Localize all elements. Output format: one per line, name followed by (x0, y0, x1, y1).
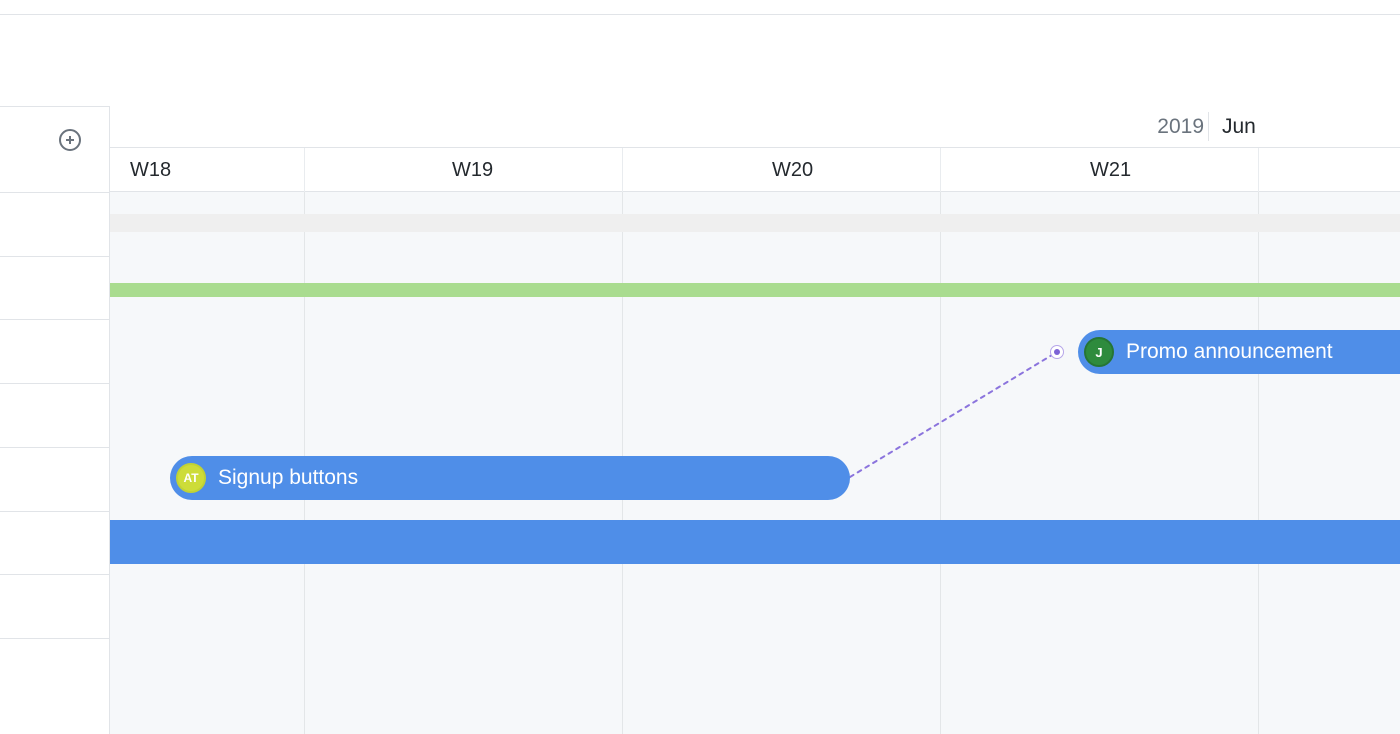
top-divider (0, 0, 1400, 15)
gutter-separator (0, 319, 109, 320)
assignee-avatar: J (1084, 337, 1114, 367)
group-separator-strip (110, 214, 1400, 232)
gutter-separator (0, 511, 109, 512)
month-header-row: 2019 Jun (110, 106, 1400, 148)
task-label: Promo announcement (1126, 340, 1333, 364)
week-gridline (1258, 148, 1259, 192)
plus-circle-icon (58, 128, 82, 152)
gutter-separator (0, 447, 109, 448)
timeline-gantt: 2019 Jun W18 W19 W20 W21 (0, 106, 1400, 734)
gutter-separator (0, 638, 109, 639)
dependency-handle[interactable] (1050, 345, 1064, 359)
year-label: 2019 (1157, 106, 1204, 148)
timeline-rows: J Promo announcement AT Signup buttons (110, 192, 1400, 734)
task-bar-promo[interactable]: J Promo announcement (1078, 330, 1400, 374)
timeline-canvas[interactable]: 2019 Jun W18 W19 W20 W21 (110, 106, 1400, 734)
week-col-header: W18 (118, 148, 171, 192)
gutter-separator (0, 574, 109, 575)
week-gridline (622, 148, 623, 192)
week-col-header: W20 (760, 148, 813, 192)
month-label: Jun (1216, 106, 1256, 148)
week-gridline (304, 148, 305, 192)
gutter-separator (0, 106, 109, 107)
task-bar-signup[interactable]: AT Signup buttons (170, 456, 850, 500)
gutter-separator (0, 192, 109, 193)
task-label: Signup buttons (218, 466, 358, 490)
task-strip-green[interactable] (110, 283, 1400, 297)
gutter-separator (0, 383, 109, 384)
week-col-header: W21 (1078, 148, 1131, 192)
month-divider (1208, 112, 1209, 141)
task-bar-unnamed[interactable] (110, 520, 1400, 564)
week-gridline (940, 148, 941, 192)
add-task-button[interactable] (56, 126, 84, 154)
week-col-header: W19 (440, 148, 493, 192)
header-blank (0, 15, 1400, 106)
assignee-avatar: AT (176, 463, 206, 493)
gutter-separator (0, 256, 109, 257)
left-gutter (0, 106, 110, 734)
